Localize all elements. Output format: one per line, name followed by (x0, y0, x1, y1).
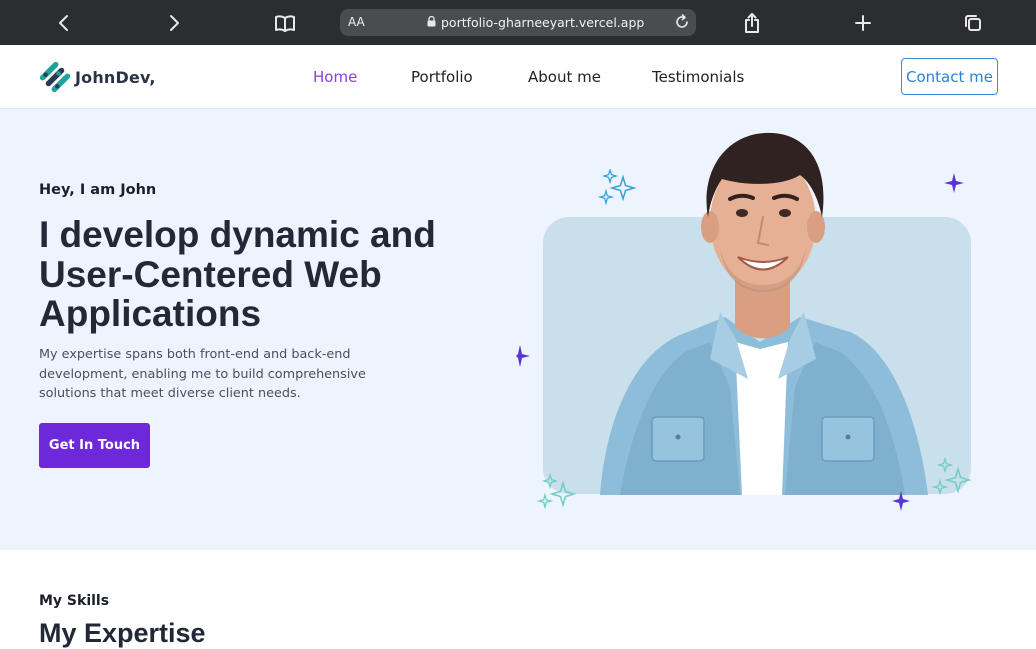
hero-title: I develop dynamic and User-Centered Web … (39, 214, 436, 334)
address-bar[interactable]: AA portfolio-gharneeyart.vercel.app (340, 9, 696, 36)
bookmarks-icon[interactable] (270, 8, 300, 38)
sparkle-icon (892, 491, 910, 511)
url-text: portfolio-gharneeyart.vercel.app (441, 15, 645, 30)
skills-title: My Expertise (39, 618, 206, 648)
sparkle-icon (536, 473, 577, 510)
brand-name: JohnDev, (75, 67, 156, 87)
nav-link-about[interactable]: About me (528, 68, 601, 86)
browser-toolbar: AA portfolio-gharneeyart.vercel.app (0, 0, 1036, 45)
contact-button[interactable]: Contact me (901, 58, 998, 95)
text-size-button[interactable]: AA (348, 15, 365, 29)
forward-icon[interactable] (159, 8, 189, 38)
reload-icon[interactable] (672, 12, 692, 32)
nav-link-portfolio[interactable]: Portfolio (411, 68, 473, 86)
sparkle-icon (931, 457, 972, 496)
skills-section: My Skills My Expertise (0, 550, 1036, 648)
nav-link-testimonials[interactable]: Testimonials (652, 68, 744, 86)
share-icon[interactable] (737, 8, 767, 38)
hero-description: My expertise spans both front-end and ba… (39, 347, 366, 401)
sparkle-icon (944, 173, 964, 193)
hero-section: Hey, I am John I develop dynamic and Use… (0, 109, 1036, 550)
lock-icon (427, 16, 436, 27)
new-tab-icon[interactable] (848, 8, 878, 38)
sparkle-icon (516, 345, 530, 367)
brand-logo[interactable]: JohnDev, (40, 62, 156, 92)
nav-link-home[interactable]: Home (313, 68, 357, 86)
logo-mark-icon (40, 62, 70, 92)
site-header: JohnDev, Home Portfolio About me Testimo… (0, 45, 1036, 109)
back-icon[interactable] (49, 8, 79, 38)
hero-greeting: Hey, I am John (39, 182, 157, 198)
tabs-icon[interactable] (958, 8, 988, 38)
sparkle-icon (597, 169, 637, 206)
skills-eyebrow: My Skills (39, 593, 110, 609)
get-in-touch-button[interactable]: Get In Touch (39, 423, 150, 468)
